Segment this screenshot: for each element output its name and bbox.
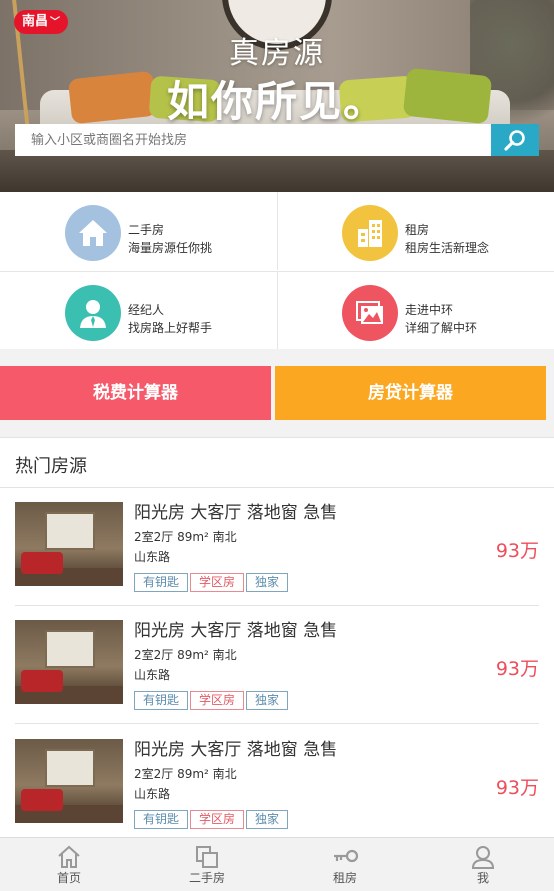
service-title: 租房 [405,223,430,237]
service-desc: 海量房源任你挑 [128,241,213,255]
banner-floor [0,150,554,192]
building-icon [342,205,398,261]
user-icon [471,846,495,869]
service-title: 二手房 [128,223,165,237]
section-title: 热门房源 [15,456,87,477]
service-desc: 详细了解中环 [405,321,478,335]
search-bar [15,124,539,156]
listing-spec: 2室2厅 89m² 南北 [134,530,237,544]
tab-second-hand[interactable]: 二手房 [138,838,276,891]
service-desc: 租房生活新理念 [405,241,490,255]
gallery-icon [342,285,398,341]
listing-road: 山东路 [134,787,171,801]
tab-label: 二手房 [188,871,225,885]
service-rent[interactable]: 租房 租房生活新理念 [277,192,554,270]
listing-tags: 有钥匙 学区房 独家 [134,571,290,592]
tab-rent[interactable]: 租房 [276,838,414,891]
search-button[interactable] [491,124,539,156]
listing-price: 93万 [495,540,539,562]
tab-label: 租房 [332,871,357,885]
tag-has-key: 有钥匙 [134,691,189,710]
divider [15,723,539,724]
service-title: 走进中环 [405,303,454,317]
tag-school-district: 学区房 [190,810,245,829]
listing-photo [15,739,123,823]
key-icon [334,849,359,863]
listing-item[interactable]: 阳光房 大客厅 落地窗 急售 2室2厅 89m² 南北 山东路 有钥匙 学区房 独家… [15,725,539,843]
service-title: 经纪人 [128,303,165,317]
service-desc: 找房路上好帮手 [128,321,213,335]
hero-banner: 南昌 ﹀ 真房源 如你所见。 [0,0,554,192]
tab-me[interactable]: 我 [414,838,552,891]
listing-price: 93万 [495,777,539,799]
listing-item[interactable]: 阳光房 大客厅 落地窗 急售 2室2厅 89m² 南北 山东路 有钥匙 学区房 独家… [15,606,539,724]
second-hand-icon [196,846,218,868]
tag-school-district: 学区房 [190,691,245,710]
search-input[interactable] [15,124,491,156]
listing-name: 阳光房 大客厅 落地窗 急售 [134,503,338,523]
listing-name: 阳光房 大客厅 落地窗 急售 [134,740,338,760]
slogan-line2: 如你所见。 [166,77,387,126]
tag-has-key: 有钥匙 [134,573,189,592]
listing-item[interactable]: 阳光房 大客厅 落地窗 急售 2室2厅 89m² 南北 山东路 有钥匙 学区房 独家… [15,488,539,606]
tag-exclusive: 独家 [246,691,289,710]
listing-tags: 有钥匙 学区房 独家 [134,808,290,829]
service-about[interactable]: 走进中环 详细了解中环 [277,271,554,349]
service-grid: 二手房 海量房源任你挑 租房 租房生活新理念 经纪人 找房路上好帮手 走进中环 … [0,192,554,349]
listing-price: 93万 [495,658,539,680]
tag-school-district: 学区房 [190,573,245,592]
house-icon [65,205,121,261]
tax-calculator-button[interactable]: 税费计算器 [0,366,271,420]
listing-road: 山东路 [134,550,171,564]
service-agent[interactable]: 经纪人 找房路上好帮手 [0,271,277,349]
tab-home[interactable]: 首页 [0,838,138,891]
city-label: 南昌 [22,14,49,29]
tab-label: 首页 [56,871,81,885]
agent-icon [65,285,121,341]
loan-calculator-button[interactable]: 房贷计算器 [275,366,546,420]
listing-road: 山东路 [134,668,171,682]
bottom-tab-bar: 首页 二手房 租房 我 [0,837,554,891]
tag-exclusive: 独家 [246,810,289,829]
tag-exclusive: 独家 [246,573,289,592]
home-icon [58,845,80,868]
listing-spec: 2室2厅 89m² 南北 [134,767,237,781]
tag-has-key: 有钥匙 [134,810,189,829]
service-second-hand[interactable]: 二手房 海量房源任你挑 [0,192,277,270]
hot-listings-section: 热门房源 阳光房 大客厅 落地窗 急售 2室2厅 89m² 南北 山东路 有钥匙… [0,437,554,837]
search-icon [504,130,525,151]
listing-name: 阳光房 大客厅 落地窗 急售 [134,621,338,641]
listing-spec: 2室2厅 89m² 南北 [134,648,237,662]
listing-photo [15,620,123,704]
listing-photo [15,502,123,586]
slogan-line1: 真房源 [229,36,325,71]
listing-tags: 有钥匙 学区房 独家 [134,689,290,710]
chevron-down-icon: ﹀ [50,17,61,28]
tab-label: 我 [476,871,489,885]
